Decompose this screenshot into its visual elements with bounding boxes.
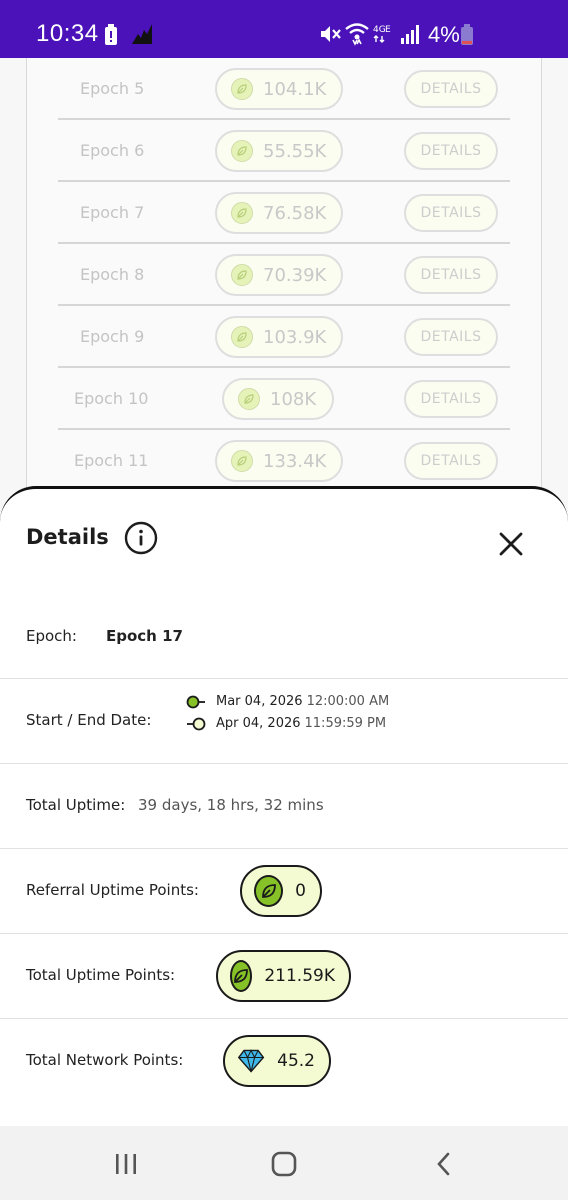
detail-row-uptime: Total Uptime: 39 days, 18 hrs, 32 mins xyxy=(0,764,568,849)
epoch-row: Epoch 6 55.55K DETAILS xyxy=(58,120,510,182)
detail-row-network-points: Total Network Points: 45.2 xyxy=(0,1019,568,1104)
referral-points-value: 0 xyxy=(295,881,306,901)
detail-row-total-uptime-points: Total Uptime Points: 211.59K xyxy=(0,934,568,1019)
back-button[interactable] xyxy=(424,1148,464,1180)
end-marker-icon xyxy=(187,717,206,730)
details-bottom-sheet: Details Epoch: Epoch 17 Start / End Date… xyxy=(0,486,568,1126)
epoch-points-pill: 76.58K xyxy=(215,192,343,234)
detail-row-dates: Start / End Date: Mar 04, 2026 12:00:00 … xyxy=(0,679,568,764)
leaf-icon xyxy=(231,78,253,100)
epoch-list-background: Epoch 5 104.1K DETAILS Epoch 6 55.55K DE… xyxy=(0,58,568,518)
start-marker-icon xyxy=(186,695,205,708)
recent-apps-button[interactable] xyxy=(106,1148,146,1180)
start-date: Mar 04, 2026 xyxy=(216,694,303,709)
leaf-icon xyxy=(231,450,253,472)
epoch-row: Epoch 10 108K DETAILS xyxy=(58,368,510,430)
network-points-pill: 45.2 xyxy=(223,1035,331,1087)
epoch-details-button[interactable]: DETAILS xyxy=(404,194,498,232)
battery-icon xyxy=(461,24,473,45)
epoch-details-button[interactable]: DETAILS xyxy=(404,256,498,294)
epoch-points-value: 70.39K xyxy=(263,264,327,286)
info-icon[interactable] xyxy=(124,521,158,555)
epoch-details-button[interactable]: DETAILS xyxy=(404,318,498,356)
epoch-points-value: 104.1K xyxy=(263,78,327,100)
sheet-title: Details xyxy=(26,525,109,549)
total-uptime-points-pill: 211.59K xyxy=(216,950,351,1002)
epoch-points-value: 108K xyxy=(270,388,317,410)
navigation-bar xyxy=(0,1126,568,1200)
wifi-icon xyxy=(345,23,369,46)
total-uptime-points-label: Total Uptime Points: xyxy=(26,966,176,984)
diamond-icon xyxy=(237,1049,265,1073)
epoch-points-pill: 108K xyxy=(222,378,334,420)
leaf-icon xyxy=(231,326,253,348)
end-date: Apr 04, 2026 xyxy=(216,716,301,731)
epoch-label: Epoch 6 xyxy=(80,141,145,160)
start-date-line: Mar 04, 2026 12:00:00 AM xyxy=(186,694,389,709)
epoch-details-button[interactable]: DETAILS xyxy=(404,442,498,480)
signal-icon xyxy=(401,25,419,44)
back-icon xyxy=(437,1152,450,1176)
epoch-details-button[interactable]: DETAILS xyxy=(404,132,498,170)
epoch-points-value: 55.55K xyxy=(263,140,327,162)
leaf-coin-icon xyxy=(254,875,284,907)
status-bar: 10:34 4G E 4% xyxy=(0,0,568,58)
network-points-label: Total Network Points: xyxy=(26,1051,184,1069)
leaf-icon xyxy=(231,140,253,162)
epoch-label: Epoch 9 xyxy=(80,327,145,346)
epoch-label: Epoch 8 xyxy=(80,265,145,284)
epoch-field-label: Epoch: xyxy=(26,627,77,645)
epoch-row: Epoch 11 133.4K DETAILS xyxy=(58,430,510,492)
home-button[interactable] xyxy=(264,1148,304,1180)
end-time: 11:59:59 PM xyxy=(304,716,387,731)
battery-percent: 4% xyxy=(428,22,460,47)
status-time: 10:34 xyxy=(36,20,99,47)
epoch-label: Epoch 5 xyxy=(80,79,145,98)
referral-points-pill: 0 xyxy=(240,865,322,917)
epoch-row: Epoch 7 76.58K DETAILS xyxy=(58,182,510,244)
lte-icon: 4G E xyxy=(373,25,391,43)
epoch-details-button[interactable]: DETAILS xyxy=(404,70,498,108)
epoch-points-value: 133.4K xyxy=(263,450,327,472)
leaf-coin-icon xyxy=(230,960,253,992)
leaf-icon xyxy=(231,264,253,286)
epoch-label: Epoch 10 xyxy=(74,389,149,408)
epoch-points-value: 76.58K xyxy=(263,202,327,224)
date-field-label: Start / End Date: xyxy=(26,711,152,729)
epoch-points-pill: 70.39K xyxy=(215,254,343,296)
mute-icon xyxy=(321,26,341,42)
start-time: 12:00:00 AM xyxy=(306,694,390,709)
epoch-points-pill: 104.1K xyxy=(215,68,343,110)
svg-text:4G: 4G xyxy=(373,25,386,35)
detail-row-epoch: Epoch: Epoch 17 xyxy=(0,599,568,679)
network-points-value: 45.2 xyxy=(277,1051,315,1071)
epoch-points-value: 103.9K xyxy=(263,326,327,348)
end-date-line: Apr 04, 2026 11:59:59 PM xyxy=(186,716,386,731)
epoch-points-pill: 55.55K xyxy=(215,130,343,172)
epoch-row: Epoch 8 70.39K DETAILS xyxy=(58,244,510,306)
close-icon[interactable] xyxy=(496,529,526,559)
app-notification-icon xyxy=(132,24,152,44)
epoch-row: Epoch 5 104.1K DETAILS xyxy=(58,58,510,120)
detail-row-referral: Referral Uptime Points: 0 xyxy=(0,849,568,934)
uptime-field-label: Total Uptime: xyxy=(26,796,126,814)
total-uptime-points-value: 211.59K xyxy=(264,966,335,986)
leaf-icon xyxy=(231,202,253,224)
uptime-field-value: 39 days, 18 hrs, 32 mins xyxy=(138,796,324,814)
epoch-points-pill: 103.9K xyxy=(215,316,343,358)
referral-field-label: Referral Uptime Points: xyxy=(26,881,199,899)
leaf-icon xyxy=(238,388,260,410)
epoch-points-pill: 133.4K xyxy=(215,440,343,482)
epoch-label: Epoch 7 xyxy=(80,203,145,222)
home-icon xyxy=(271,1151,297,1177)
epoch-field-value: Epoch 17 xyxy=(106,627,183,645)
epoch-label: Epoch 11 xyxy=(74,451,149,470)
recent-apps-icon xyxy=(116,1154,136,1174)
svg-text:E: E xyxy=(385,25,391,35)
epoch-details-button[interactable]: DETAILS xyxy=(404,380,498,418)
battery-alert-icon xyxy=(105,24,117,45)
epoch-row: Epoch 9 103.9K DETAILS xyxy=(58,306,510,368)
